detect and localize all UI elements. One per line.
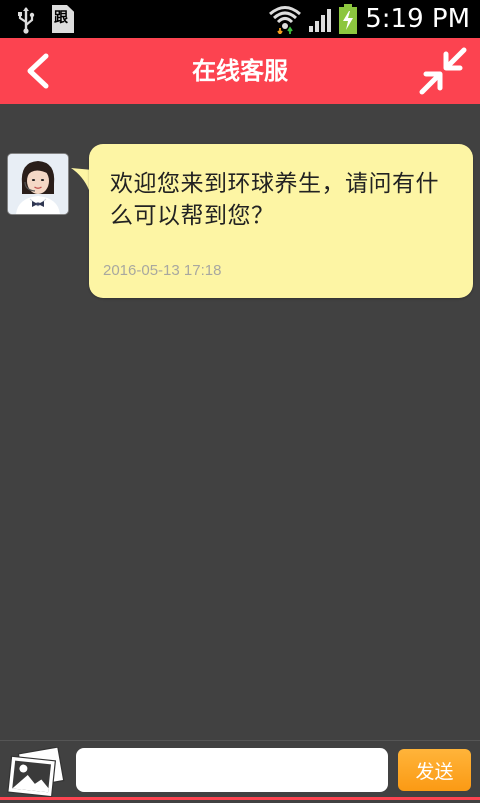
input-bar: 发送	[0, 740, 480, 800]
send-button[interactable]: 发送	[398, 749, 471, 791]
status-time: 5:19 PM	[365, 4, 470, 34]
agent-avatar[interactable]	[8, 154, 68, 214]
collapse-arrows-icon	[419, 47, 467, 95]
sim-label: 跟	[54, 10, 68, 26]
message-text: 欢迎您来到环球养生，请问有什么可以帮到您？	[110, 171, 439, 229]
image-icon	[7, 746, 65, 798]
agent-avatar-icon	[8, 154, 68, 214]
message-timestamp: 2016-05-13 17:18	[103, 262, 222, 279]
wifi-icon	[269, 6, 301, 34]
status-bar: 跟 5:19 PM	[0, 0, 480, 38]
message-input[interactable]	[76, 748, 388, 792]
chat-area[interactable]: 欢迎您来到环球养生，请问有什么可以帮到您？ 2016-05-13 17:18	[0, 104, 480, 740]
message-bubble[interactable]: 欢迎您来到环球养生，请问有什么可以帮到您？ 2016-05-13 17:18	[89, 144, 473, 298]
usb-icon	[18, 7, 35, 34]
signal-icon	[309, 9, 331, 32]
image-button[interactable]	[6, 746, 68, 799]
title-bar: 在线客服	[0, 38, 480, 104]
battery-charging-icon	[339, 4, 357, 34]
sim-icon: 跟	[52, 5, 74, 33]
minimize-button[interactable]	[418, 46, 468, 96]
page-title: 在线客服	[192, 57, 288, 85]
